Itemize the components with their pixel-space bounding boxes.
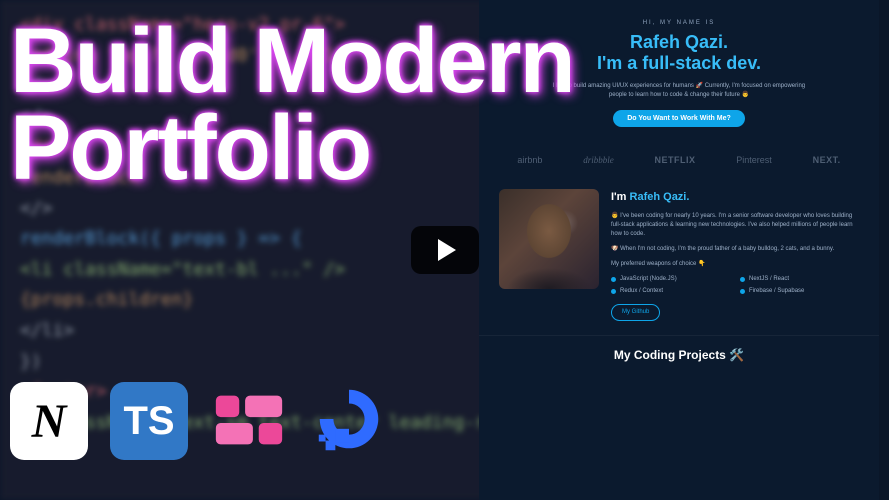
- about-paragraph-1: 👨 I've been coding for nearly 10 years. …: [611, 212, 859, 239]
- hero-name: Rafeh Qazi.: [509, 32, 849, 53]
- digitalocean-icon: [310, 382, 388, 460]
- github-button[interactable]: My Github: [611, 304, 660, 321]
- nextjs-icon: N: [10, 382, 88, 460]
- tech-icons-row: N TS: [10, 382, 388, 460]
- skill-item: Firebase / Supabase: [740, 287, 859, 296]
- about-text: I'm Rafeh Qazi. 👨 I've been coding for n…: [611, 189, 859, 321]
- play-icon: [438, 239, 456, 261]
- blocks-icon: [210, 382, 288, 460]
- projects-heading: My Coding Projects 🛠️: [479, 348, 879, 362]
- brands-row: airbnb dribbble NETFLIX Pinterest NEXT.: [479, 143, 879, 181]
- code-line: </>: [20, 102, 480, 133]
- about-title: I'm Rafeh Qazi.: [611, 189, 859, 206]
- avatar: [499, 189, 599, 289]
- code-line: padding 'bg-?' '...d0' '...d1': [20, 41, 480, 72]
- code-line: renderBlock: [20, 163, 480, 194]
- about-paragraph-3: My preferred weapons of choice 👇: [611, 260, 859, 269]
- about-paragraph-2: 🐶 When I'm not coding, I'm the proud fat…: [611, 245, 859, 254]
- projects-header: My Coding Projects 🛠️: [479, 335, 879, 362]
- about-section: I'm Rafeh Qazi. 👨 I've been coding for n…: [479, 181, 879, 335]
- hero-role: I'm a full-stack dev.: [509, 53, 849, 74]
- typescript-icon: TS: [110, 382, 188, 460]
- code-line: </>: [20, 71, 480, 102]
- brand-logo: Pinterest: [736, 155, 772, 165]
- play-button[interactable]: [411, 226, 479, 274]
- code-line: </li>: [20, 316, 480, 347]
- brand-logo: airbnb: [517, 155, 542, 165]
- skill-item: JavaScript (Node.JS): [611, 275, 730, 284]
- skill-item: Redux / Context: [611, 287, 730, 296]
- skill-item: NextJS / React: [740, 275, 859, 284]
- brand-logo: NETFLIX: [654, 155, 695, 165]
- code-line: <div>: [20, 132, 480, 163]
- hero-section: HI, MY NAME IS Rafeh Qazi. I'm a full-st…: [479, 0, 879, 143]
- about-title-prefix: I'm: [611, 191, 630, 203]
- code-line: {props.children}: [20, 285, 480, 316]
- skills-grid: JavaScript (Node.JS) NextJS / React Redux …: [611, 275, 859, 296]
- hero-eyebrow: HI, MY NAME IS: [509, 20, 849, 26]
- brand-logo: NEXT.: [813, 155, 841, 165]
- code-line: }): [20, 347, 480, 378]
- cta-button[interactable]: Do You Want to Work With Me?: [613, 110, 745, 127]
- code-line: </>: [20, 194, 480, 225]
- hero-description: I like to build amazing UI/UX experience…: [549, 82, 809, 100]
- about-title-name: Rafeh Qazi.: [630, 191, 690, 203]
- code-line: <div className="hero-v2 pr-6">: [20, 10, 480, 41]
- brand-logo: dribbble: [583, 155, 614, 165]
- portfolio-preview: HI, MY NAME IS Rafeh Qazi. I'm a full-st…: [479, 0, 879, 500]
